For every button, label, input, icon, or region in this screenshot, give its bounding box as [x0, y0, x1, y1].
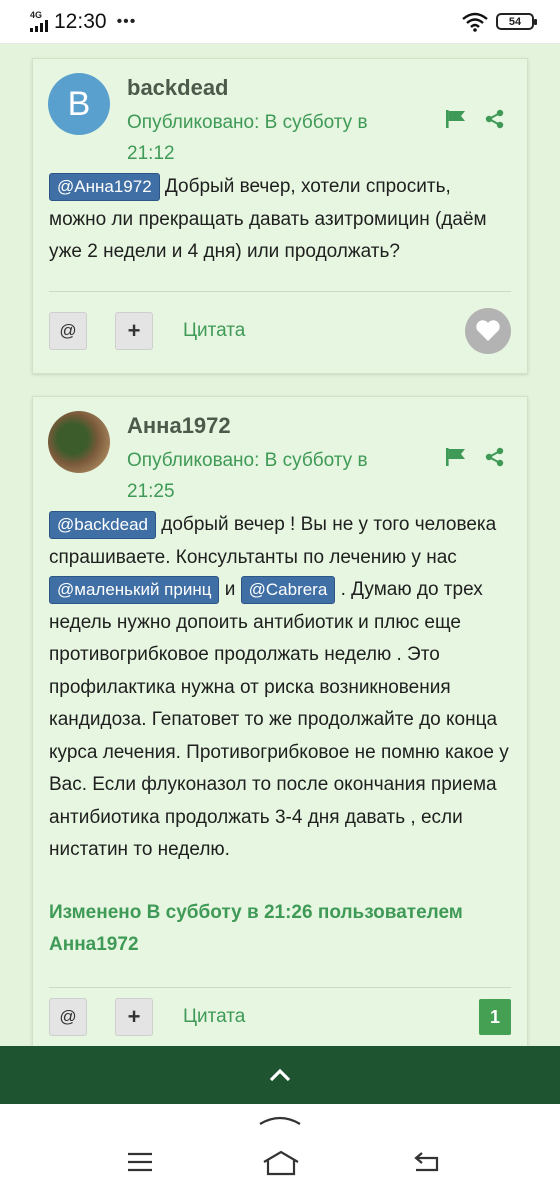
heart-icon: [476, 320, 500, 341]
wifi-icon: [462, 12, 488, 32]
mention-link[interactable]: @маленький принц: [49, 576, 220, 604]
avatar-letter: B: [67, 84, 91, 123]
post-date: Опубликовано: В субботу в 21:25: [127, 450, 368, 502]
menu-icon[interactable]: [126, 1150, 154, 1174]
post-card: B backdead Опубликовано: В субботу в 21:…: [32, 58, 528, 374]
mention-link[interactable]: @backdead: [49, 511, 156, 539]
notification-dots: •••: [116, 12, 137, 30]
post-actions: @ + Цитата 1: [49, 995, 511, 1039]
post-card: Анна1972 Опубликовано: В субботу в 21:25…: [32, 396, 528, 1056]
post-actions: @ + Цитата: [49, 308, 511, 354]
chevron-up-icon: [269, 1068, 291, 1082]
quote-button[interactable]: Цитата: [183, 1006, 245, 1028]
system-navigation-bar: [0, 1104, 560, 1200]
battery-icon: 54: [496, 13, 537, 30]
like-count-badge[interactable]: 1: [479, 999, 511, 1035]
home-icon[interactable]: [262, 1150, 300, 1176]
flag-icon[interactable]: [445, 447, 467, 467]
divider: [49, 987, 511, 988]
gesture-handle-icon[interactable]: [258, 1112, 302, 1126]
clock: 12:30: [54, 9, 107, 33]
mention-link[interactable]: @Анна1972: [49, 173, 160, 201]
post-date: Опубликовано: В субботу в 21:12: [127, 112, 368, 164]
post-author[interactable]: backdead: [127, 75, 229, 101]
cellular-signal-icon: 4G: [30, 11, 48, 32]
network-type: 4G: [30, 10, 43, 20]
flag-icon[interactable]: [445, 109, 467, 129]
mention-link[interactable]: @Cabrera: [240, 576, 336, 604]
share-icon[interactable]: [485, 109, 505, 129]
mention-button[interactable]: @: [49, 312, 87, 350]
post-author[interactable]: Анна1972: [127, 413, 231, 439]
divider: [49, 291, 511, 292]
avatar[interactable]: [48, 411, 110, 473]
quote-button[interactable]: Цитата: [183, 320, 245, 342]
post-text: и: [219, 579, 241, 600]
avatar[interactable]: B: [48, 73, 110, 135]
mention-button[interactable]: @: [49, 998, 87, 1036]
post-body: @Анна1972 Добрый вечер, хотели спросить,…: [49, 171, 511, 269]
multiquote-button[interactable]: +: [115, 998, 153, 1036]
share-icon[interactable]: [485, 447, 505, 467]
post-text: . Думаю до трех недель нужно допоить ант…: [49, 579, 509, 860]
battery-level: 54: [508, 15, 522, 28]
scroll-top-button[interactable]: [0, 1046, 560, 1104]
status-bar: 4G 12:30 ••• 54: [0, 0, 560, 44]
multiquote-button[interactable]: +: [115, 312, 153, 350]
like-button[interactable]: [465, 308, 511, 354]
back-icon[interactable]: [412, 1150, 440, 1174]
edited-note: Изменено В субботу в 21:26 пользователем…: [49, 902, 463, 955]
post-body: @backdead добрый вечер ! Вы не у того че…: [49, 509, 511, 867]
